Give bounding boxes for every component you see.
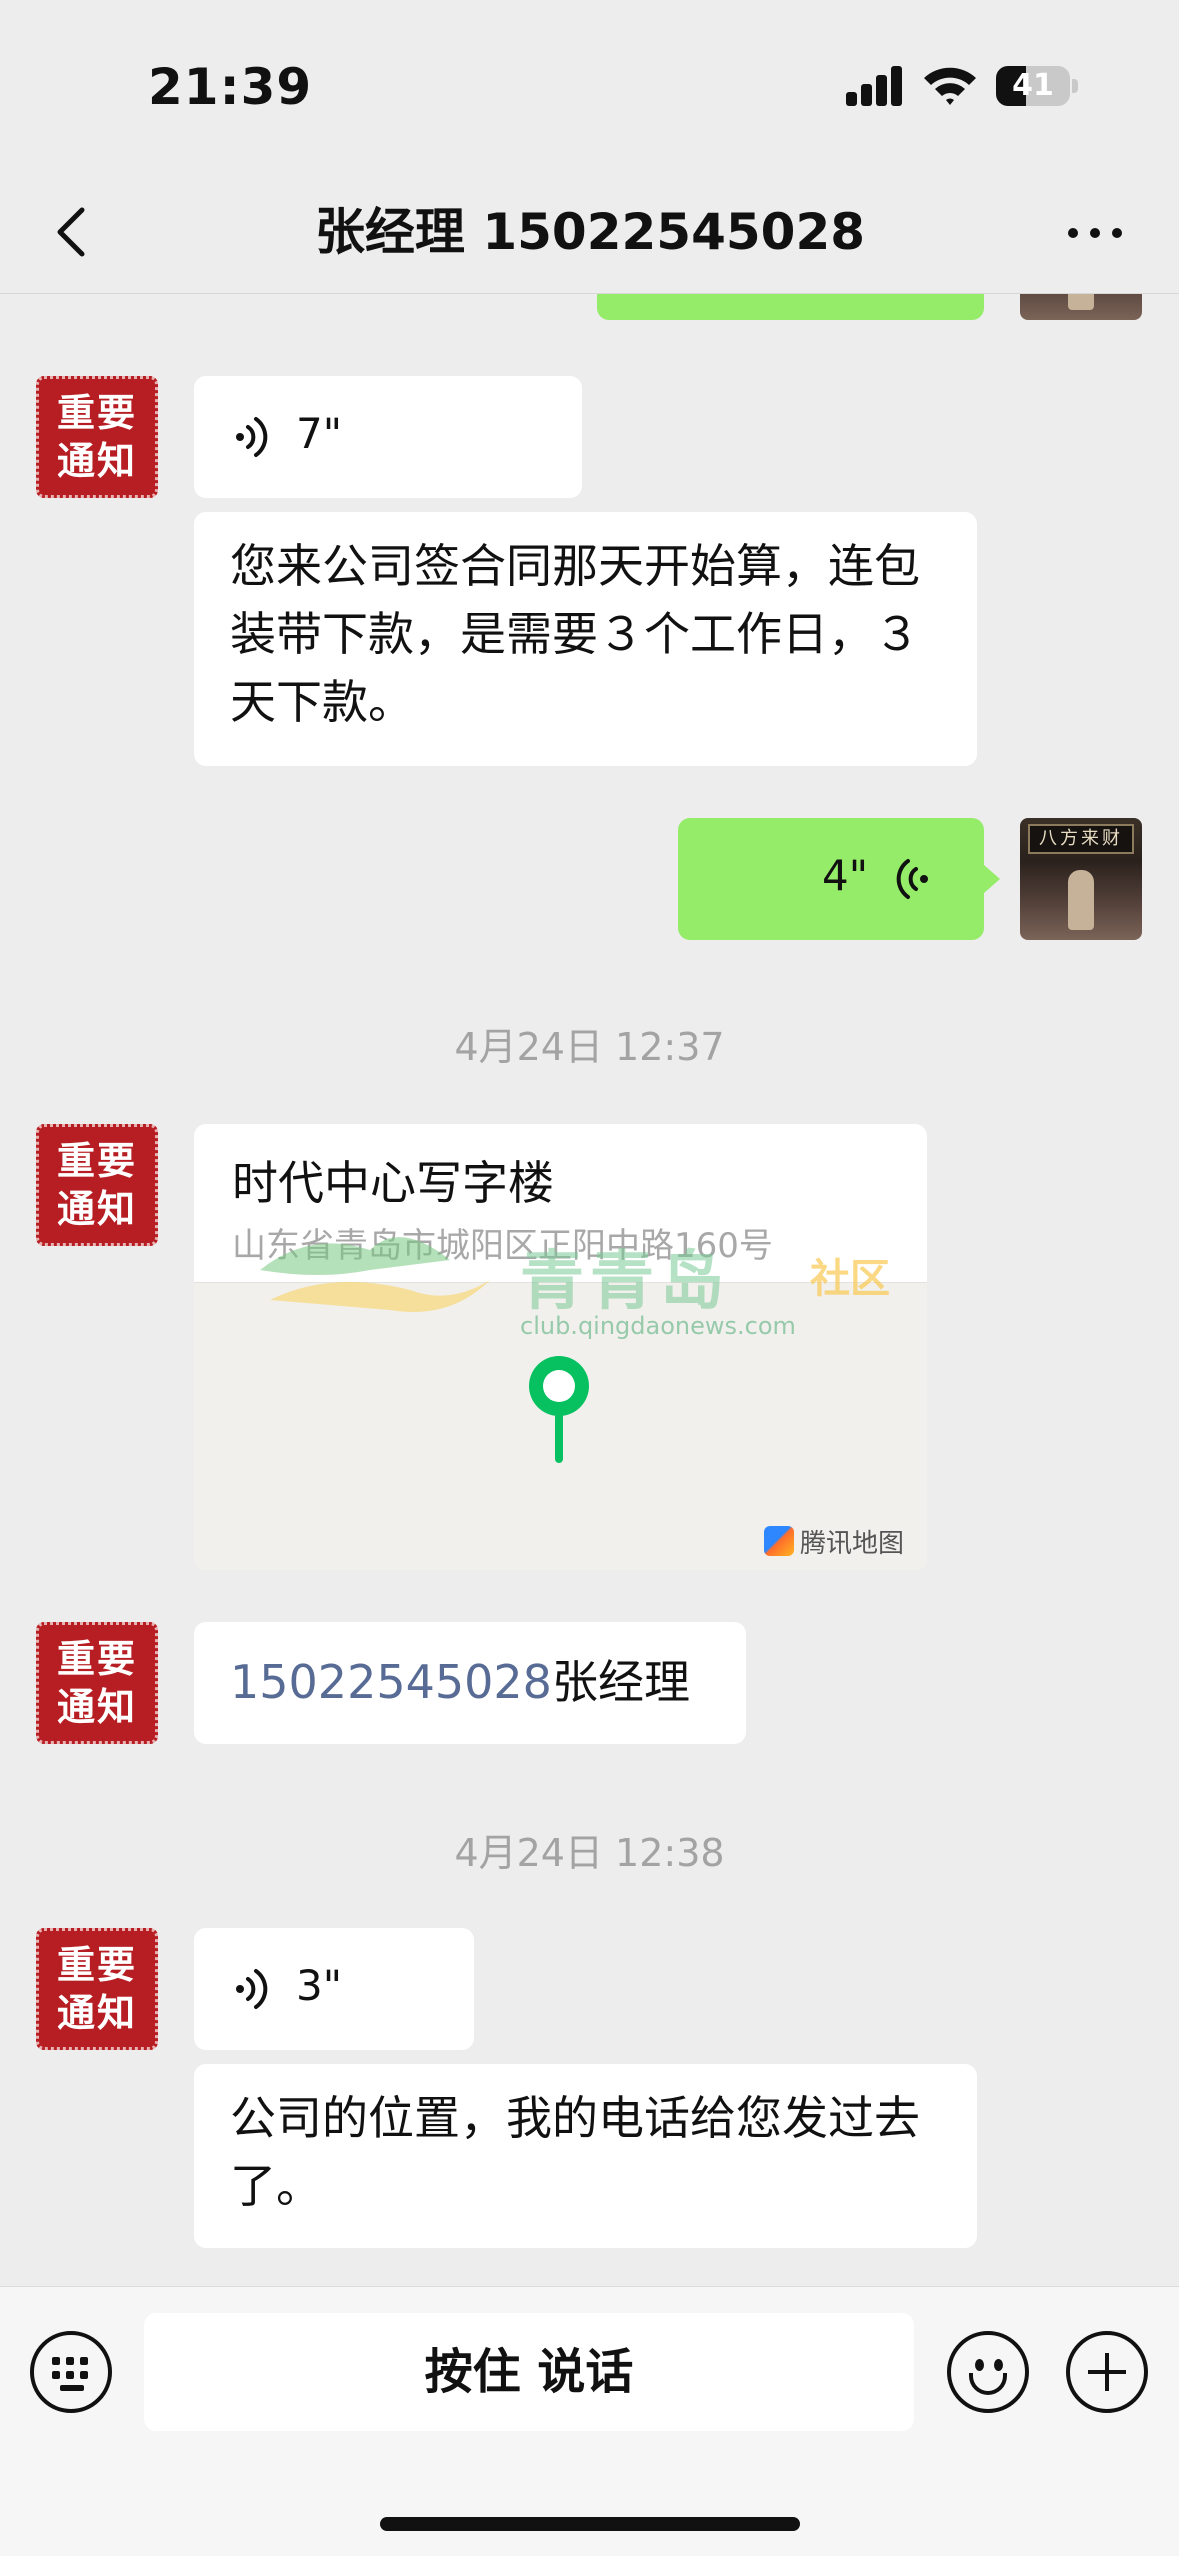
avatar-text-line1: 重要	[56, 391, 137, 435]
avatar-text-line1: 重要	[56, 1637, 137, 1681]
plus-icon[interactable]	[1066, 2331, 1148, 2413]
chat-title: 张经理 15022545028	[314, 203, 866, 261]
self-voice-message-bubble[interactable]: 4"	[678, 818, 984, 940]
map-pin-icon	[529, 1356, 589, 1463]
contact-name-text: 张经理	[551, 1655, 690, 1709]
voice-duration: 7"	[296, 409, 343, 458]
home-indicator[interactable]	[380, 2517, 800, 2531]
map-provider-label: 腾讯地图	[764, 1523, 904, 1559]
message-text: 您来公司签合同那天开始算，连包装带下款，是需要３个工作日，３天下款。	[230, 539, 920, 729]
voice-message-bubble[interactable]: 3"	[194, 1928, 474, 2050]
text-message-bubble[interactable]: 您来公司签合同那天开始算，连包装带下款，是需要３个工作日，３天下款。	[194, 512, 977, 766]
message-timestamp: 4月24日 12:37	[454, 1025, 725, 1069]
voice-duration: 4"	[822, 851, 869, 900]
voice-wave-icon	[236, 417, 268, 457]
wifi-icon	[924, 67, 976, 105]
voice-message-bubble[interactable]: 7"	[194, 376, 582, 498]
message-timestamp: 4月24日 12:38	[454, 1831, 725, 1875]
bubble-tail	[984, 865, 1000, 893]
avatar-text-line1: 重要	[56, 1139, 137, 1183]
voice-wave-icon	[896, 859, 928, 899]
contact-avatar[interactable]: 重要 通知	[36, 1928, 158, 2050]
location-name: 时代中心写字楼	[232, 1156, 554, 1210]
map-provider-name: 腾讯地图	[800, 1528, 905, 1559]
emoji-icon[interactable]	[947, 2331, 1029, 2413]
message-text: 公司的位置，我的电话给您发过去了。	[230, 2091, 920, 2213]
self-avatar[interactable]: 八方来财	[1020, 818, 1142, 940]
message-list[interactable]: 重要 通知 7" 您来公司签合同那天开始算，连包装带下款，是需要３个工作日，３天…	[0, 294, 1179, 2286]
location-message-card[interactable]: 时代中心写字楼 山东省青岛市城阳区正阳中路160号 腾讯地图	[194, 1124, 927, 1570]
cellular-signal-icon	[846, 66, 904, 106]
status-bar: 21:39 41	[0, 0, 1179, 170]
text-message-bubble[interactable]: 公司的位置，我的电话给您发过去了。	[194, 2064, 977, 2248]
phone-message-bubble[interactable]: 15022545028张经理	[194, 1622, 746, 1744]
avatar-text-line2: 通知	[56, 1991, 137, 2035]
keyboard-icon[interactable]	[30, 2331, 112, 2413]
back-chevron-icon[interactable]	[44, 200, 104, 264]
self-avatar[interactable]	[1020, 294, 1142, 320]
voice-duration: 3"	[296, 1961, 343, 2010]
avatar-text-line1: 重要	[56, 1943, 137, 1987]
contact-avatar[interactable]: 重要 通知	[36, 1622, 158, 1744]
tencent-map-logo-icon	[764, 1526, 794, 1556]
contact-avatar[interactable]: 重要 通知	[36, 1124, 158, 1246]
status-time: 21:39	[148, 58, 313, 116]
hold-to-talk-button[interactable]: 按住 说话	[144, 2313, 914, 2431]
location-address: 山东省青岛市城阳区正阳中路160号	[232, 1226, 773, 1266]
more-options-icon[interactable]	[1060, 210, 1130, 254]
voice-wave-icon	[236, 1969, 268, 2009]
previous-self-bubble[interactable]	[597, 294, 984, 320]
chat-screen: 21:39 41 张经理 15022545028 重要 通知 7" 您来公司签合…	[0, 0, 1179, 2556]
phone-number-link[interactable]: 15022545028	[230, 1655, 552, 1709]
contact-avatar[interactable]: 重要 通知	[36, 376, 158, 498]
avatar-text-line2: 通知	[56, 439, 137, 483]
avatar-text-line2: 通知	[56, 1685, 137, 1729]
input-bar: 按住 说话	[0, 2286, 1179, 2556]
battery-icon: 41	[996, 66, 1078, 106]
battery-level: 41	[1012, 68, 1054, 103]
avatar-plaque-text: 八方来财	[1028, 824, 1134, 854]
avatar-text-line2: 通知	[56, 1187, 137, 1231]
map-preview[interactable]: 腾讯地图	[194, 1282, 927, 1570]
chat-header: 张经理 15022545028	[0, 170, 1179, 294]
